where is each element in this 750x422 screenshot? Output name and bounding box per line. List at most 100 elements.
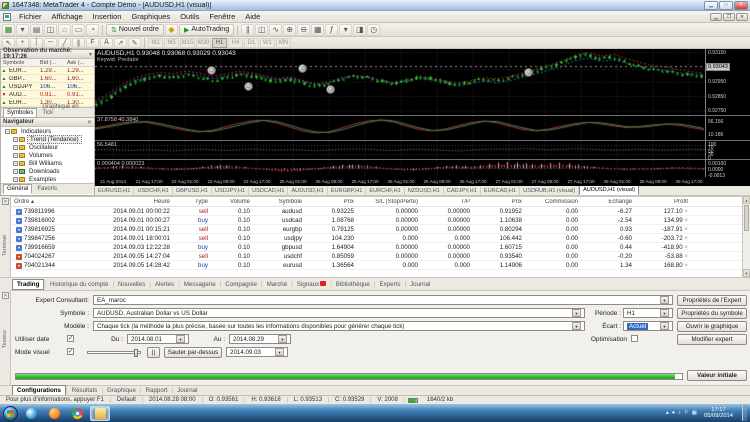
expand-icon[interactable]: + <box>13 160 18 166</box>
navigator-tab-favoris[interactable]: Favoris <box>33 184 61 194</box>
pane-separator[interactable] <box>95 140 750 141</box>
expand-icon[interactable]: + <box>13 136 18 142</box>
menu-item-insertion[interactable]: Insertion <box>88 11 127 22</box>
market-watch-icon[interactable]: ▤ <box>30 23 43 36</box>
chart-tab-eurusdh1[interactable]: EURUSD,H1 <box>95 187 135 195</box>
timeframe-m1[interactable]: M1 <box>148 37 163 48</box>
order-row[interactable]: ▾ 739811996 2014.09.01 00:00:22 sell 0.10 aud… <box>11 207 742 216</box>
chart-tab-eurgbph1[interactable]: EURGBP,H1 <box>328 187 367 195</box>
taskbar-firefox-button[interactable] <box>113 406 133 421</box>
use-date-checkbox[interactable]: ✓ <box>67 335 74 342</box>
visual-date-select[interactable]: 2014.09.03 ▼ <box>226 347 288 357</box>
initial-value-button[interactable]: Valeur initiale <box>687 370 747 381</box>
trade-marker-smiley-icon[interactable]: ☺ <box>243 81 253 91</box>
chevron-down-icon[interactable]: ▼ <box>660 322 669 330</box>
zoom-in-icon[interactable]: ⊕ <box>283 23 297 36</box>
pane-separator[interactable] <box>95 115 750 116</box>
taskbar-media-player-button[interactable] <box>21 406 41 421</box>
channel-icon[interactable]: ∥ <box>72 37 85 48</box>
market-watch-row[interactable]: ▲ EUR... 1.29... 1.29... <box>1 67 94 75</box>
taskbar-clock[interactable]: 17:17 05/09/2014 <box>700 407 737 419</box>
tester-close-icon[interactable]: ✕ <box>2 292 9 299</box>
terminal-tab-compagnie[interactable]: Compagnie <box>221 280 261 289</box>
expert-properties-button[interactable]: Propriétés de l'Expert <box>677 295 747 306</box>
chart-tab-usdcadh1[interactable]: USDCAD,H1 <box>249 187 289 195</box>
timeframe-m30[interactable]: M30 <box>196 37 211 48</box>
new-order-button[interactable]: ⇅ Nouvel ordre <box>106 23 164 36</box>
order-row[interactable]: ▾ 704024267 2014.09.05 14:27:04 sell 0.10 usd… <box>11 252 742 261</box>
spread-select[interactable]: Actuel ▼ <box>623 321 673 331</box>
expand-icon[interactable]: + <box>13 176 18 182</box>
show-desktop-button[interactable] <box>742 405 747 421</box>
skip-button[interactable]: Sauter par-dessus <box>164 347 222 358</box>
navigator-tab-gnral[interactable]: Général <box>3 184 33 194</box>
chart-child-icon[interactable] <box>3 12 11 21</box>
order-row[interactable]: ▾ 739816925 2014.09.01 00:15:21 sell 0.10 eur… <box>11 225 742 234</box>
chart-tab-usdchfh1[interactable]: USDCHF,H1 <box>134 187 173 195</box>
timeframe-d1[interactable]: D1 <box>244 37 259 48</box>
timeframe-m5[interactable]: M5 <box>164 37 179 48</box>
order-row[interactable]: ▾ 739816002 2014.09.01 00:00:27 buy 0.10 usdc… <box>11 216 742 225</box>
trade-marker-smiley-icon[interactable]: ☺ <box>298 64 308 74</box>
tester-tab-rsultats[interactable]: Résultats <box>68 386 102 395</box>
vertical-line-icon[interactable]: │ <box>30 37 43 48</box>
chevron-down-icon[interactable]: ▼ <box>660 309 669 317</box>
tray-icon[interactable]: ▦ <box>692 410 697 416</box>
new-chart-icon[interactable]: ▦ <box>2 23 15 36</box>
arrows-icon[interactable]: ↗ <box>114 37 127 48</box>
tester-tab-graphique[interactable]: Graphique <box>103 386 140 395</box>
terminal-tab-journal[interactable]: Journal <box>406 280 434 289</box>
chart-tab-usdjpyh1[interactable]: USDJPY,H1 <box>212 187 250 195</box>
menu-item-outils[interactable]: Outils <box>175 11 204 22</box>
menu-item-affichage[interactable]: Affichage <box>47 11 88 22</box>
market-watch-row[interactable]: ▲ USDJPY 106... 106... <box>1 83 94 91</box>
timeframe-h4[interactable]: H4 <box>228 37 243 48</box>
autotrading-button[interactable]: ▶ AutoTrading <box>178 23 235 36</box>
expert-advisors-icon[interactable]: ◆ <box>164 23 178 36</box>
close-order-icon[interactable]: × <box>683 235 688 242</box>
trendline-icon[interactable]: ╱ <box>58 37 71 48</box>
tester-tab-rapport[interactable]: Rapport <box>142 386 172 395</box>
close-order-icon[interactable]: × <box>683 226 688 233</box>
period-select[interactable]: H1 ▼ <box>623 308 673 318</box>
expand-icon[interactable]: + <box>13 152 18 158</box>
zoom-out-icon[interactable]: ⊖ <box>297 23 311 36</box>
taskbar-chrome-button[interactable] <box>67 406 87 421</box>
close-order-icon[interactable]: × <box>683 253 688 260</box>
terminal-tab-messagerie[interactable]: Messagerie <box>180 280 220 289</box>
market-watch-close-icon[interactable]: ▾ <box>89 51 92 58</box>
close-order-icon[interactable]: × <box>683 208 688 215</box>
terminal-close-icon[interactable]: ✕ <box>2 198 9 205</box>
maximize-button[interactable]: □ <box>719 0 733 10</box>
optimization-checkbox[interactable] <box>631 335 638 342</box>
close-button[interactable]: ✕ <box>734 0 748 10</box>
visual-speed-slider[interactable] <box>87 349 141 357</box>
close-order-icon[interactable]: × <box>683 262 688 269</box>
expand-icon[interactable]: + <box>13 144 18 150</box>
minimize-button[interactable]: ▁ <box>704 0 718 10</box>
terminal-tab-bibliothque[interactable]: Bibliothèque <box>332 280 374 289</box>
open-chart-button[interactable]: Ouvrir le graphique <box>677 321 747 332</box>
chart-tab-nzdusdh1[interactable]: NZDUSD,H1 <box>405 187 444 195</box>
timeframe-w1[interactable]: W1 <box>260 37 275 48</box>
order-row[interactable]: ▾ 739916659 2014.09.03 12:22:28 buy 0.10 gbpu… <box>11 243 742 252</box>
shapes-dropdown-icon[interactable]: ✎ <box>128 37 141 48</box>
tree-item[interactable]: + f Downloads <box>1 167 94 175</box>
menu-item-fentre[interactable]: Fenêtre <box>204 11 240 22</box>
tree-item[interactable]: + f Volumes <box>1 151 94 159</box>
scroll-thumb[interactable] <box>744 205 749 231</box>
symbol-properties-button[interactable]: Propriétés du symbole <box>677 308 747 319</box>
from-date-select[interactable]: 2014.08.01 ▼ <box>127 334 189 344</box>
text-icon[interactable]: A <box>100 37 113 48</box>
crosshair-icon[interactable]: + <box>16 37 29 48</box>
model-select[interactable]: Chaque tick (la méthode la plus précise,… <box>93 321 585 331</box>
child-restore-button[interactable]: ❐ <box>723 12 735 21</box>
modify-expert-button[interactable]: Modifier expert <box>677 334 747 345</box>
terminal-tab-trading[interactable]: Trading <box>12 278 45 290</box>
timeframe-m15[interactable]: M15 <box>180 37 195 48</box>
expert-select[interactable]: EA_maroc ▼ <box>93 295 673 305</box>
terminal-tab-march[interactable]: Marché <box>263 280 292 289</box>
tray-icon[interactable]: ▴ <box>666 410 669 416</box>
market-watch-tab-graphiqueentick[interactable]: Graphique en Tick <box>38 102 94 118</box>
visual-mode-checkbox[interactable]: ✓ <box>67 348 74 355</box>
